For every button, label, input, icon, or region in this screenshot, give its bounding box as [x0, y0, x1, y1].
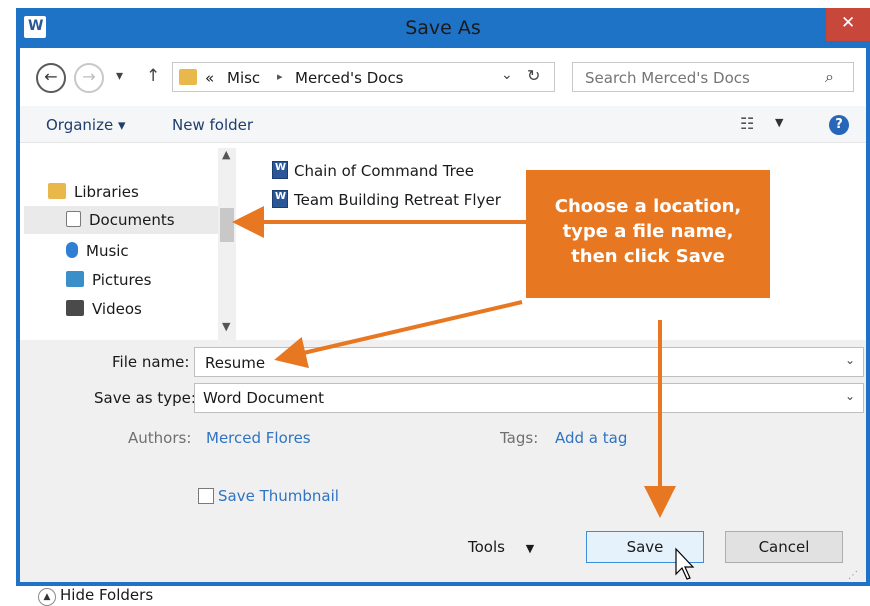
nav-item-documents[interactable]: Documents [24, 206, 218, 234]
title-bar[interactable]: W Save As ✕ [16, 8, 870, 48]
scroll-down-icon[interactable]: ▼ [222, 320, 230, 333]
scroll-thumb[interactable] [220, 208, 234, 242]
views-dropdown-icon[interactable]: ▼ [775, 116, 783, 129]
nav-item-videos[interactable]: Videos [66, 300, 142, 318]
organize-menu[interactable]: Organize ▾ [46, 116, 126, 134]
file-name-label: File name: [112, 353, 190, 371]
music-icon [66, 242, 78, 258]
videos-icon [66, 300, 84, 316]
breadcrumb-misc[interactable]: Misc [227, 69, 260, 87]
search-input[interactable] [583, 68, 817, 88]
word-doc-icon [272, 190, 288, 208]
navigation-pane: Libraries Documents Music Pictures Video… [20, 148, 236, 340]
navigation-row: ← → ▾ ↑ « Misc ▸ Merced's Docs ⌄ ↻ ⌕ [20, 48, 866, 104]
save-type-label: Save as type: [94, 389, 196, 407]
save-thumbnail-checkbox[interactable] [198, 488, 214, 504]
tags-label: Tags: [500, 429, 539, 447]
documents-icon [66, 211, 81, 227]
resize-grip-icon[interactable]: ⋰ [848, 570, 858, 581]
views-icon[interactable]: ☷ [740, 114, 754, 133]
callout-line: type a file name, [562, 221, 734, 242]
tools-dropdown-icon: ▼ [525, 542, 535, 555]
save-button[interactable]: Save [586, 531, 704, 563]
tools-menu[interactable]: Tools ▼ [468, 538, 534, 556]
file-name-dropdown-icon[interactable]: ⌄ [845, 353, 855, 367]
nav-pane-scrollbar[interactable]: ▲ ▼ [218, 148, 236, 340]
save-type-value: Word Document [203, 389, 325, 407]
new-folder-button[interactable]: New folder [172, 116, 253, 134]
save-type-dropdown-icon[interactable]: ⌄ [845, 389, 855, 403]
up-arrow-icon[interactable]: ↑ [146, 66, 160, 86]
callout-line: Choose a location, [554, 196, 742, 217]
nav-item-music[interactable]: Music [66, 242, 129, 260]
back-button[interactable]: ← [36, 63, 66, 93]
refresh-icon[interactable]: ↻ [527, 66, 540, 85]
recent-locations-icon[interactable]: ▾ [116, 68, 123, 84]
close-button[interactable]: ✕ [826, 8, 870, 41]
pictures-icon [66, 271, 84, 287]
instruction-callout: Choose a location, type a file name, the… [526, 170, 770, 298]
scroll-up-icon[interactable]: ▲ [222, 148, 230, 161]
forward-button[interactable]: → [74, 63, 104, 93]
search-box[interactable]: ⌕ [572, 62, 854, 92]
file-item[interactable]: Chain of Command Tree [272, 161, 474, 180]
help-icon[interactable]: ? [829, 115, 849, 135]
close-icon: ✕ [841, 13, 856, 33]
word-doc-icon [272, 161, 288, 179]
address-bar[interactable]: « Misc ▸ Merced's Docs ⌄ ↻ [172, 62, 555, 92]
authors-label: Authors: [128, 429, 192, 447]
forward-arrow-icon: → [82, 67, 96, 86]
callout-line: then click Save [571, 246, 725, 267]
file-name-input[interactable] [203, 353, 827, 373]
breadcrumb-overflow[interactable]: « [205, 69, 214, 87]
search-icon[interactable]: ⌕ [825, 67, 834, 87]
nav-item-libraries[interactable]: Libraries [48, 183, 139, 201]
save-thumbnail-label[interactable]: Save Thumbnail [218, 487, 339, 505]
command-toolbar: Organize ▾ New folder ☷ ▼ ? [20, 106, 866, 143]
dialog-content: ← → ▾ ↑ « Misc ▸ Merced's Docs ⌄ ↻ ⌕ Org… [20, 48, 866, 606]
file-item[interactable]: Team Building Retreat Flyer [272, 190, 501, 209]
libraries-icon [48, 183, 66, 199]
address-dropdown-icon[interactable]: ⌄ [501, 67, 513, 83]
add-tag-link[interactable]: Add a tag [555, 429, 627, 447]
collapse-icon: ▲ [38, 588, 56, 606]
breadcrumb-separator-icon[interactable]: ▸ [277, 70, 283, 83]
window-title: Save As [405, 17, 481, 39]
breadcrumb-merceds-docs[interactable]: Merced's Docs [295, 69, 404, 87]
save-type-select[interactable]: Word Document ⌄ [194, 383, 864, 413]
hide-folders-button[interactable]: ▲ Hide Folders [38, 586, 153, 606]
file-name-field[interactable]: ⌄ [194, 347, 864, 377]
nav-item-pictures[interactable]: Pictures [66, 271, 151, 289]
folder-icon [179, 69, 197, 85]
cancel-button[interactable]: Cancel [725, 531, 843, 563]
back-arrow-icon: ← [44, 67, 58, 86]
authors-value[interactable]: Merced Flores [206, 429, 311, 447]
